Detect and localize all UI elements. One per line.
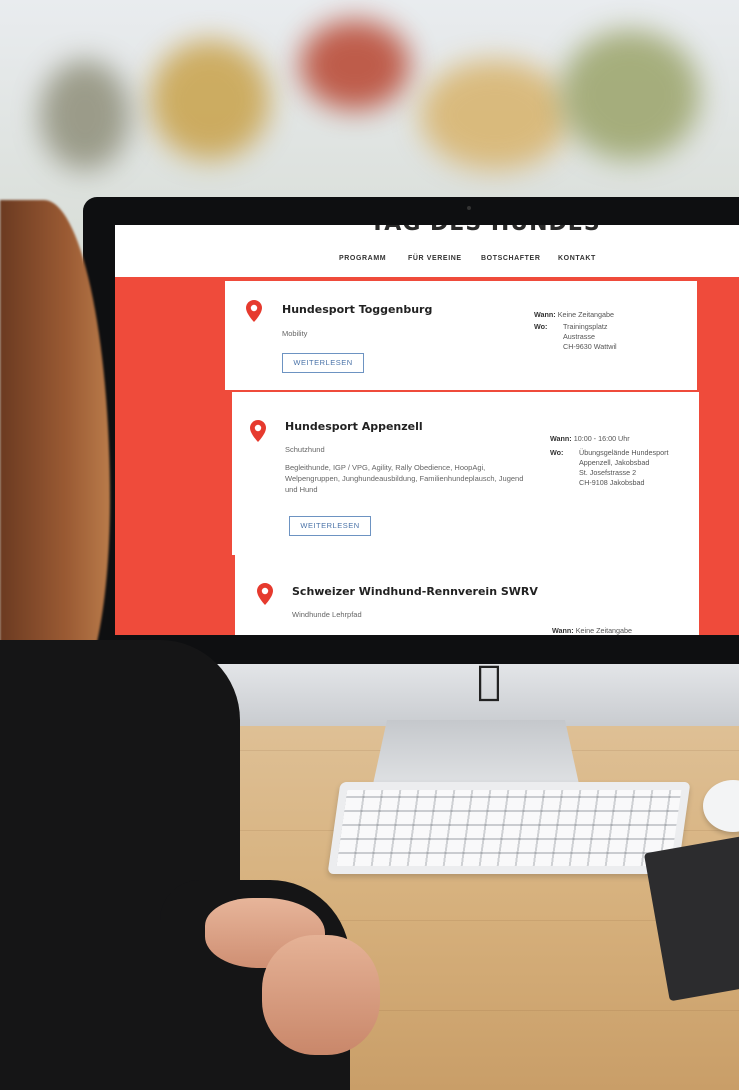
person-hand (262, 935, 380, 1055)
card-category: Windhunde Lehrpfad (292, 610, 362, 619)
when-value: 10:00 - 16:00 Uhr (573, 434, 630, 443)
nav-item-botschafter[interactable]: BOTSCHAFTER (481, 255, 541, 262)
where-value: Trainingsplatz Austrasse CH-9630 Wattwil (563, 322, 617, 351)
when-value: Keine Zeitangabe (557, 310, 615, 319)
where-label: Wo: (534, 322, 548, 331)
webcam (467, 206, 471, 210)
site-header: TAG DES HUNDES PROGRAMM FÜR VEREINE BOTS… (115, 225, 739, 277)
event-meta: Wann: 10:00 - 16:00 Uhr (550, 434, 630, 444)
nav-item-fuer-vereine[interactable]: FÜR VEREINE (408, 255, 462, 262)
read-more-button[interactable]: WEITERLESEN (289, 516, 371, 536)
card-title[interactable]: Hundesport Toggenburg (282, 303, 432, 316)
read-more-button[interactable]: WEITERLESEN (282, 353, 364, 373)
when-value: Keine Zeitangabe (575, 626, 633, 635)
card-category: Mobility (282, 329, 308, 338)
nav-item-programm[interactable]: PROGRAMM (339, 255, 386, 262)
card-title[interactable]: Hundesport Appenzell (285, 420, 423, 433)
site-logo[interactable]: TAG DES HUNDES (370, 225, 601, 236)
event-meta: Wann: Keine Zeitangabe (534, 310, 614, 320)
monitor-screen: TAG DES HUNDES PROGRAMM FÜR VEREINE BOTS… (115, 225, 739, 635)
when-label: Wann: (552, 626, 574, 635)
when-label: Wann: (534, 310, 556, 319)
card-category: Schutzhund (285, 445, 325, 454)
map-pin-icon (250, 420, 266, 442)
photo-scene: TAG DES HUNDES PROGRAMM FÜR VEREINE BOTS… (0, 0, 739, 1090)
event-meta: Wann: Keine Zeitangabe (552, 626, 632, 635)
map-pin-icon (246, 300, 262, 322)
where-label: Wo: (550, 448, 564, 457)
apple-logo-icon:  (477, 658, 501, 704)
event-card: Hundesport Appenzell Schutzhund Begleith… (232, 392, 699, 555)
map-pin-icon (257, 583, 273, 605)
nav-item-kontakt[interactable]: KONTAKT (558, 255, 596, 262)
card-description: Begleithunde, IGP / VPG, Agility, Rally … (285, 463, 524, 494)
when-label: Wann: (550, 434, 572, 443)
event-card: Schweizer Windhund-Rennverein SWRV Windh… (235, 548, 699, 635)
card-title[interactable]: Schweizer Windhund-Rennverein SWRV (292, 585, 538, 598)
event-card: Hundesport Toggenburg Mobility WEITERLES… (225, 281, 697, 390)
keyboard (327, 782, 691, 874)
where-value: Übungsgelände Hundesport Appenzell, Jako… (579, 448, 669, 487)
